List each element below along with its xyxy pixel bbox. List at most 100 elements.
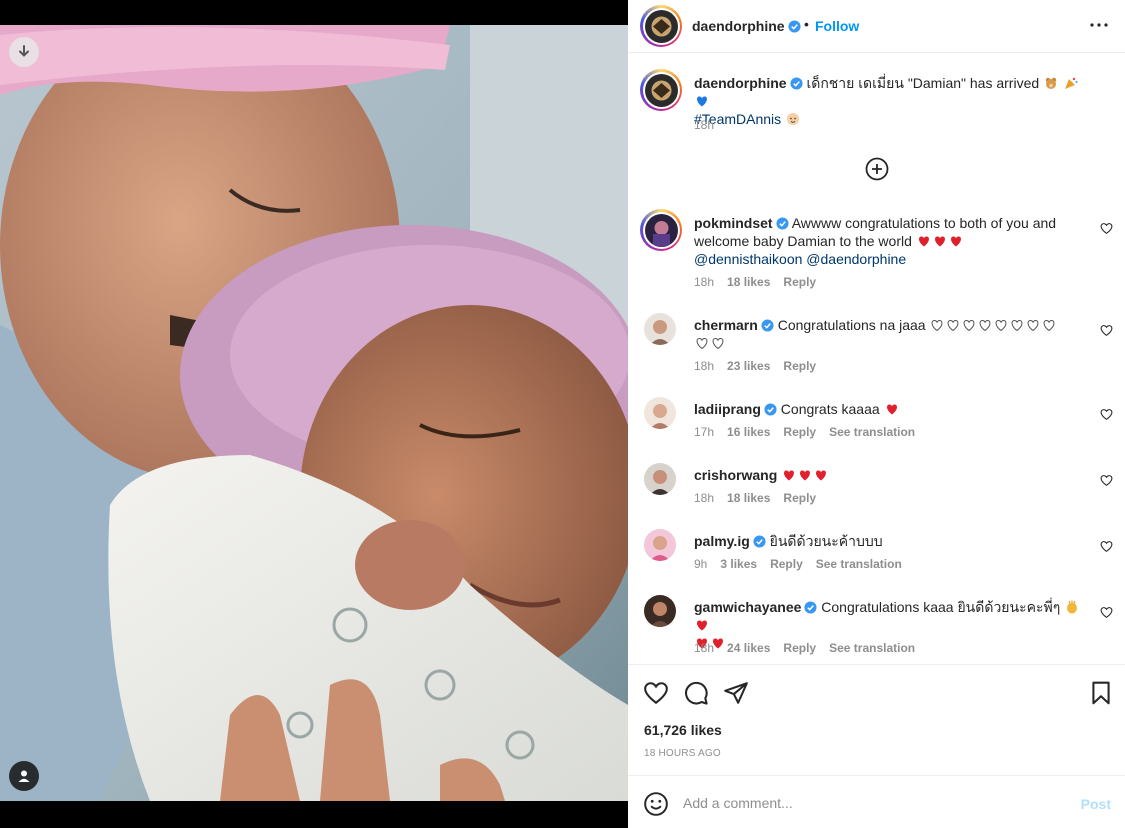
clapping-hands-emoji-icon — [1067, 600, 1078, 614]
comment-likes[interactable]: 23 likes — [727, 359, 770, 373]
comment-input[interactable] — [683, 792, 1063, 814]
download-button[interactable] — [9, 37, 39, 67]
red-heart-emoji-icon — [800, 470, 811, 481]
caption-username[interactable]: daendorphine — [694, 75, 787, 91]
comment-likes[interactable]: 24 likes — [727, 641, 770, 655]
white-heart-emoji-icon — [1028, 319, 1039, 332]
comment-icon[interactable] — [683, 680, 709, 706]
comment-likes[interactable]: 18 likes — [727, 275, 770, 289]
more-icon[interactable] — [1087, 13, 1111, 37]
reply-button[interactable]: Reply — [783, 425, 816, 439]
red-heart-emoji-icon — [950, 236, 961, 247]
caption-avatar[interactable] — [640, 69, 682, 111]
author-username-text[interactable]: daendorphine — [692, 18, 785, 34]
verified-icon — [761, 319, 774, 332]
comment-text: chermarn Congratulations na jaaa — [694, 316, 1094, 352]
download-icon — [19, 45, 29, 57]
white-heart-emoji-icon — [964, 319, 975, 332]
comment-text: ladiiprang Congrats kaaaa — [694, 400, 1094, 418]
tagged-people-button[interactable] — [9, 761, 39, 791]
heart-icon[interactable] — [1100, 540, 1113, 553]
reply-button[interactable]: Reply — [783, 641, 816, 655]
bookmark-icon[interactable] — [1088, 680, 1114, 706]
white-heart-emoji-icon — [932, 319, 943, 332]
comment-time[interactable]: 9h — [694, 557, 707, 571]
white-heart-emoji-icon — [1012, 319, 1023, 332]
comment-meta: 18h 24 likes Reply See translation — [694, 641, 928, 655]
comment-mentions[interactable]: @dennisthaikoon @daendorphine — [694, 251, 906, 267]
see-translation-button[interactable]: See translation — [829, 641, 915, 655]
reply-button[interactable]: Reply — [770, 557, 803, 571]
white-heart-emoji-icon — [1044, 319, 1055, 332]
tag-people-icon — [18, 770, 30, 782]
comment-username[interactable]: crishorwang — [694, 467, 777, 483]
verified-icon — [788, 20, 801, 33]
comments-list[interactable]: daendorphine เด็กชาย เดเมี่ยน "Damian" h… — [628, 54, 1125, 664]
commenter-avatar[interactable] — [644, 313, 676, 345]
commenter-avatar-image — [644, 397, 676, 429]
reply-button[interactable]: Reply — [783, 275, 816, 289]
caption-time[interactable]: 18h — [694, 118, 714, 132]
verified-icon — [790, 77, 803, 90]
white-heart-emoji-icon — [696, 337, 708, 350]
emoji-icon[interactable] — [643, 791, 669, 817]
post-header: daendorphine • Follow — [628, 0, 1125, 53]
see-translation-button[interactable]: See translation — [816, 557, 902, 571]
comment-username[interactable]: palmy.ig — [694, 533, 750, 549]
add-circle-icon[interactable] — [865, 157, 889, 181]
see-translation-button[interactable]: See translation — [829, 425, 915, 439]
heart-icon[interactable] — [1100, 222, 1113, 235]
comment-time[interactable]: 17h — [694, 425, 714, 439]
comment-time[interactable]: 18h — [694, 275, 714, 289]
commenter-avatar[interactable] — [640, 209, 682, 251]
comment-likes[interactable]: 18 likes — [727, 491, 770, 505]
commenter-avatar-image — [644, 529, 676, 561]
comment-meta: 18h 18 likes Reply — [694, 491, 829, 505]
white-heart-emoji-icon — [980, 319, 991, 332]
comment-meta: 18h 23 likes Reply — [694, 359, 829, 373]
comment-username[interactable]: pokmindset — [694, 215, 773, 231]
commenter-avatar[interactable] — [644, 529, 676, 561]
white-heart-emoji-icon — [712, 337, 724, 350]
heart-icon[interactable] — [1100, 408, 1113, 421]
comment-meta: 9h 3 likes Reply See translation — [694, 557, 915, 571]
photo-illustration — [0, 25, 628, 801]
comment-likes[interactable]: 16 likes — [727, 425, 770, 439]
post-timestamp[interactable]: 18 HOURS AGO — [644, 748, 721, 759]
reply-button[interactable]: Reply — [783, 359, 816, 373]
comment-time[interactable]: 18h — [694, 641, 714, 655]
commenter-avatar[interactable] — [644, 463, 676, 495]
comment-username[interactable]: ladiiprang — [694, 401, 761, 417]
commenter-avatar-image — [644, 463, 676, 495]
baby-emoji-icon — [787, 113, 800, 125]
commenter-avatar[interactable] — [644, 397, 676, 429]
post-photo[interactable] — [0, 25, 628, 801]
comment-time[interactable]: 18h — [694, 491, 714, 505]
commenter-avatar[interactable] — [644, 595, 676, 627]
commenter-avatar-image — [644, 595, 676, 627]
red-heart-emoji-icon — [886, 404, 897, 415]
comment-body: Congratulations na jaaa — [777, 317, 926, 333]
author-avatar[interactable] — [640, 5, 682, 47]
caption-text: daendorphine เด็กชาย เดเมี่ยน "Damian" h… — [694, 74, 1094, 128]
share-icon[interactable] — [723, 680, 749, 706]
author-username[interactable]: daendorphine — [692, 18, 801, 34]
red-heart-emoji-icon — [934, 236, 945, 247]
heart-icon[interactable] — [643, 680, 669, 706]
comment-text: palmy.ig ยินดีด้วยนะค้าบบบ — [694, 532, 1094, 550]
heart-icon[interactable] — [1100, 606, 1113, 619]
comment-time[interactable]: 18h — [694, 359, 714, 373]
likes-count[interactable]: 61,726 likes — [644, 722, 722, 738]
comment-username[interactable]: gamwichayanee — [694, 599, 801, 615]
caption-body: เด็กชาย เดเมี่ยน "Damian" has arrived — [806, 75, 1040, 91]
comment-likes[interactable]: 3 likes — [720, 557, 757, 571]
comment-username[interactable]: chermarn — [694, 317, 758, 333]
header-separator: • — [804, 16, 809, 32]
heart-icon[interactable] — [1100, 324, 1113, 337]
post-comment-button[interactable]: Post — [1081, 796, 1111, 812]
party-popper-emoji-icon — [1064, 77, 1078, 89]
follow-button[interactable]: Follow — [815, 18, 859, 34]
heart-icon[interactable] — [1100, 474, 1113, 487]
reply-button[interactable]: Reply — [783, 491, 816, 505]
comment-body: Congratulations kaaa ยินดีด้วยนะคะพี่ๆ — [821, 599, 1061, 615]
